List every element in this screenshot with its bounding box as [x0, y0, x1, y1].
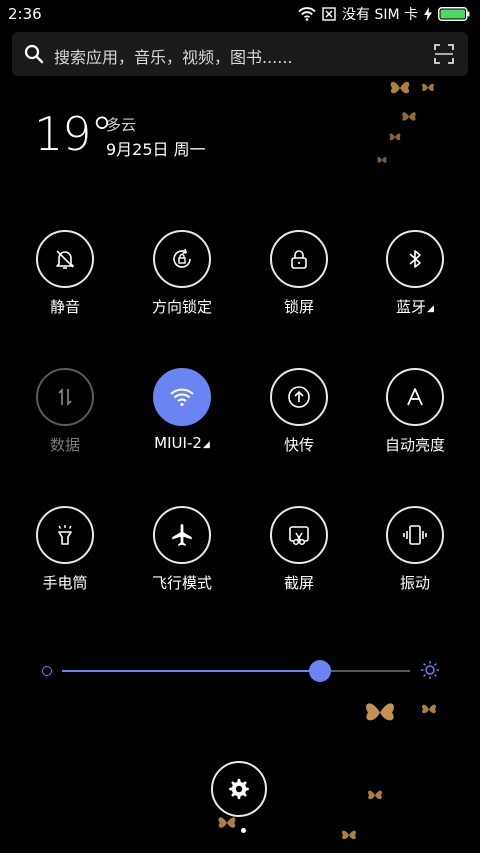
brightness-knob[interactable] — [308, 660, 331, 682]
brightness-high-icon — [421, 661, 439, 679]
sim-status-text: 没有 SIM 卡 — [342, 7, 418, 23]
butterfly-decoration — [366, 703, 394, 721]
toggle-airplane-mode-circle[interactable] — [153, 506, 211, 564]
gear-icon — [229, 778, 249, 800]
butterfly-decoration — [342, 830, 356, 840]
butterfly-decoration — [390, 81, 410, 94]
brightness-low-icon — [42, 666, 52, 676]
toggle-auto-brightness[interactable]: 自动亮度 — [360, 368, 470, 468]
toggle-label: 飞行模式 — [151, 574, 212, 592]
status-time: 2:36 — [8, 5, 42, 23]
toggle-lock-screen-circle[interactable] — [270, 230, 328, 288]
brightness-slider[interactable] — [38, 656, 442, 686]
search-icon — [24, 44, 44, 64]
toggle-flashlight-circle[interactable] — [36, 506, 94, 564]
toggle-vibrate[interactable]: 振动 — [360, 506, 470, 606]
scan-icon[interactable] — [434, 44, 454, 64]
lock-icon — [291, 250, 307, 269]
toggle-label: 方向锁定 — [151, 298, 212, 316]
toggle-mobile-data-circle[interactable] — [36, 368, 94, 426]
no-sim-icon — [322, 7, 336, 21]
toggle-airplane-mode[interactable]: 飞行模式 — [127, 506, 237, 606]
rotation-lock-icon — [173, 248, 191, 268]
battery-icon — [438, 7, 470, 21]
auto-brightness-icon — [407, 388, 423, 406]
toggle-quick-transfer-circle[interactable] — [270, 368, 328, 426]
expand-indicator: ◢ — [427, 304, 434, 314]
status-icons: 没有 SIM 卡 — [298, 4, 470, 24]
toggle-label: 静音 — [49, 298, 80, 316]
toggle-screenshot-circle[interactable] — [270, 506, 328, 564]
status-bar: 2:36 没有 SIM 卡 — [0, 0, 480, 28]
toggle-label: 截屏 — [283, 574, 314, 592]
toggle-label-text: 蓝牙 — [396, 298, 427, 316]
butterfly-decoration — [422, 704, 436, 714]
toggle-screenshot[interactable]: 截屏 — [244, 506, 354, 606]
butterfly-decoration — [389, 133, 401, 141]
toggle-label: 手电筒 — [42, 574, 88, 592]
toggle-mobile-data[interactable]: 数据 — [10, 368, 120, 468]
toggle-flashlight[interactable]: 手电筒 — [10, 506, 120, 606]
toggle-label: 快传 — [283, 436, 314, 454]
toggle-auto-brightness-circle[interactable] — [386, 368, 444, 426]
toggle-label: MIUI-2◢ — [127, 434, 237, 452]
toggle-wifi-circle[interactable] — [153, 368, 211, 426]
expand-indicator: ◢ — [202, 440, 210, 450]
butterfly-decoration — [368, 790, 382, 800]
toggle-label: 自动亮度 — [384, 436, 445, 454]
wifi-icon — [298, 7, 316, 21]
toggle-label: 振动 — [399, 574, 430, 592]
charging-icon — [424, 7, 432, 21]
bell-off-icon — [56, 250, 74, 269]
toggle-vibrate-circle[interactable] — [386, 506, 444, 564]
weather-date: 9月25日 周一 — [106, 140, 206, 159]
toggle-silent-circle[interactable] — [36, 230, 94, 288]
toggle-label-text: MIUI-2 — [154, 434, 202, 452]
weather-condition: 多云 — [106, 116, 137, 134]
toggle-bluetooth-circle[interactable] — [386, 230, 444, 288]
mobile-data-icon — [58, 388, 72, 406]
toggle-label: 锁屏 — [283, 298, 314, 316]
butterfly-decoration — [402, 112, 416, 121]
butterfly-decoration — [422, 83, 434, 91]
brightness-track[interactable] — [62, 660, 410, 682]
temperature: 19° — [34, 107, 114, 161]
toggle-rotation-lock[interactable]: 方向锁定 — [127, 230, 237, 330]
flashlight-icon — [58, 525, 72, 545]
toggle-bluetooth[interactable]: 蓝牙◢ — [360, 230, 470, 330]
screenshot-icon — [289, 526, 309, 546]
butterfly-decoration — [377, 156, 387, 163]
page-indicator — [241, 828, 246, 833]
wifi-icon — [170, 388, 194, 407]
quick-transfer-icon — [288, 386, 310, 408]
toggle-rotation-lock-circle[interactable] — [153, 230, 211, 288]
toggle-label: 数据 — [49, 436, 80, 454]
toggle-wifi[interactable]: MIUI-2◢ — [127, 368, 237, 468]
settings-button[interactable] — [211, 761, 267, 817]
toggle-silent[interactable]: 静音 — [10, 230, 120, 330]
search-input[interactable]: 搜索应用，音乐，视频，图书...... — [54, 44, 293, 68]
bluetooth-icon — [409, 250, 421, 268]
toggle-lock-screen[interactable]: 锁屏 — [244, 230, 354, 330]
toggle-quick-transfer[interactable]: 快传 — [244, 368, 354, 468]
vibrate-icon — [403, 525, 427, 545]
search-bar[interactable]: 搜索应用，音乐，视频，图书...... — [12, 32, 468, 76]
airplane-icon — [172, 524, 192, 546]
brightness-fill — [62, 670, 320, 672]
toggle-label: 蓝牙◢ — [360, 296, 470, 317]
